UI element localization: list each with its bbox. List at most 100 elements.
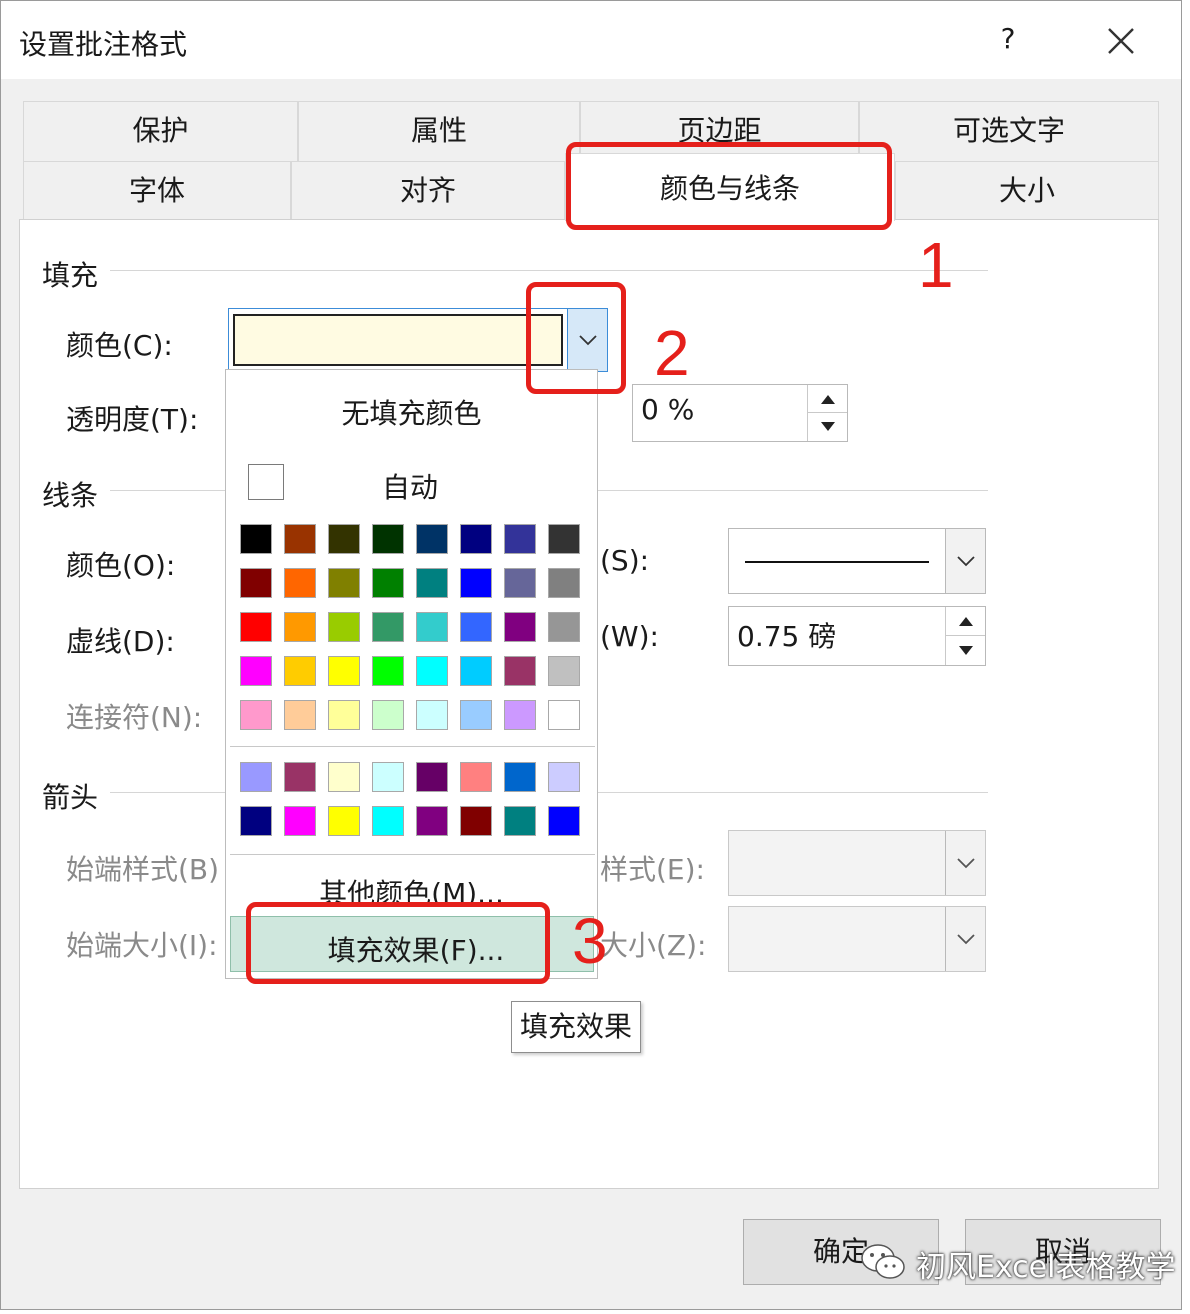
color-swatch[interactable]: [460, 612, 492, 642]
color-swatch[interactable]: [460, 700, 492, 730]
fill-color-swatch: [233, 314, 563, 366]
line-weight-down-button[interactable]: [946, 636, 985, 665]
extra-color-swatch[interactable]: [284, 762, 316, 792]
close-button[interactable]: [1097, 19, 1145, 63]
fill-color-label: 颜色(C):: [66, 329, 173, 362]
color-swatch[interactable]: [328, 568, 360, 598]
palette-separator: [230, 746, 595, 747]
extra-color-swatch[interactable]: [372, 762, 404, 792]
color-swatch[interactable]: [460, 524, 492, 554]
arrow-down-icon: [959, 645, 973, 655]
extra-color-swatch[interactable]: [548, 762, 580, 792]
extra-color-swatch[interactable]: [460, 806, 492, 836]
end-style-dropdown-button[interactable]: [945, 831, 985, 895]
color-swatch[interactable]: [328, 524, 360, 554]
line-weight-spin-buttons: [945, 607, 985, 665]
color-swatch[interactable]: [504, 524, 536, 554]
line-style-preview: [745, 561, 929, 563]
extra-color-swatch[interactable]: [372, 806, 404, 836]
arrow-section-title: 箭头: [42, 776, 107, 816]
color-swatch[interactable]: [416, 568, 448, 598]
color-swatch[interactable]: [548, 700, 580, 730]
line-style-dropdown-button[interactable]: [945, 529, 985, 593]
dialog-title: 设置批注格式: [19, 28, 188, 61]
line-weight-label: (W):: [600, 620, 659, 653]
annotation-number-1: 1: [918, 229, 954, 301]
annotation-box-3: [246, 902, 550, 984]
color-swatch[interactable]: [328, 700, 360, 730]
color-swatch[interactable]: [372, 612, 404, 642]
transparency-up-button[interactable]: [808, 385, 847, 413]
transparency-spinner[interactable]: 0 %: [632, 384, 848, 442]
extra-color-swatch[interactable]: [240, 806, 272, 836]
extra-color-swatch[interactable]: [328, 806, 360, 836]
extra-color-swatch[interactable]: [460, 762, 492, 792]
tab-size[interactable]: 大小: [895, 161, 1159, 221]
annotation-box-1: [566, 142, 892, 230]
color-swatch[interactable]: [548, 612, 580, 642]
line-weight-up-button[interactable]: [946, 607, 985, 636]
auto-color-option[interactable]: 自动: [382, 466, 438, 506]
tab-alt-text[interactable]: 可选文字: [859, 101, 1159, 161]
color-swatch[interactable]: [372, 656, 404, 686]
line-style-combo[interactable]: [728, 528, 986, 594]
color-swatch[interactable]: [284, 568, 316, 598]
end-size-combo[interactable]: [728, 906, 986, 972]
color-swatch[interactable]: [548, 568, 580, 598]
extra-color-swatch[interactable]: [240, 762, 272, 792]
color-swatch[interactable]: [504, 568, 536, 598]
extra-color-swatch[interactable]: [504, 806, 536, 836]
tab-font[interactable]: 字体: [23, 161, 291, 221]
color-swatch[interactable]: [416, 700, 448, 730]
line-section-title: 线条: [42, 474, 107, 514]
transparency-down-button[interactable]: [808, 413, 847, 441]
end-size-dropdown-button[interactable]: [945, 907, 985, 971]
extra-color-swatch[interactable]: [416, 762, 448, 792]
color-swatch[interactable]: [460, 656, 492, 686]
close-icon: [1108, 28, 1134, 54]
dash-label: 虚线(D):: [66, 625, 175, 658]
color-swatch[interactable]: [504, 656, 536, 686]
chevron-down-icon: [957, 556, 975, 567]
color-swatch[interactable]: [548, 656, 580, 686]
color-swatch[interactable]: [504, 700, 536, 730]
color-swatch[interactable]: [284, 612, 316, 642]
fill-color-dropdown: 无填充颜色 自动 其他颜色(M)... 填充效果(F)...: [225, 369, 598, 979]
color-swatch[interactable]: [284, 524, 316, 554]
chevron-down-icon: [957, 858, 975, 869]
auto-color-swatch[interactable]: [248, 464, 284, 500]
color-swatch[interactable]: [284, 656, 316, 686]
tab-alignment[interactable]: 对齐: [291, 161, 565, 221]
line-weight-value: 0.75 磅: [737, 620, 837, 653]
help-button[interactable]: ?: [991, 19, 1025, 59]
color-swatch[interactable]: [240, 656, 272, 686]
color-swatch[interactable]: [416, 612, 448, 642]
wechat-icon: [861, 1244, 905, 1279]
extra-color-swatch[interactable]: [284, 806, 316, 836]
end-style-combo[interactable]: [728, 830, 986, 896]
color-swatch[interactable]: [240, 612, 272, 642]
color-swatch[interactable]: [240, 700, 272, 730]
color-swatch[interactable]: [416, 524, 448, 554]
color-swatch[interactable]: [372, 700, 404, 730]
tab-protection[interactable]: 保护: [23, 101, 298, 161]
color-swatch[interactable]: [372, 568, 404, 598]
color-swatch[interactable]: [328, 656, 360, 686]
color-swatch[interactable]: [416, 656, 448, 686]
fill-section-title: 填充: [42, 254, 107, 294]
color-swatch[interactable]: [504, 612, 536, 642]
color-swatch[interactable]: [284, 700, 316, 730]
no-fill-option[interactable]: 无填充颜色: [226, 392, 597, 432]
color-swatch[interactable]: [460, 568, 492, 598]
extra-color-swatch[interactable]: [416, 806, 448, 836]
color-swatch[interactable]: [240, 568, 272, 598]
color-swatch[interactable]: [328, 612, 360, 642]
tab-properties[interactable]: 属性: [298, 101, 580, 161]
color-swatch[interactable]: [548, 524, 580, 554]
extra-color-swatch[interactable]: [328, 762, 360, 792]
extra-color-swatch[interactable]: [548, 806, 580, 836]
extra-color-swatch[interactable]: [504, 762, 536, 792]
line-weight-spinner[interactable]: 0.75 磅: [728, 606, 986, 666]
color-swatch[interactable]: [240, 524, 272, 554]
color-swatch[interactable]: [372, 524, 404, 554]
